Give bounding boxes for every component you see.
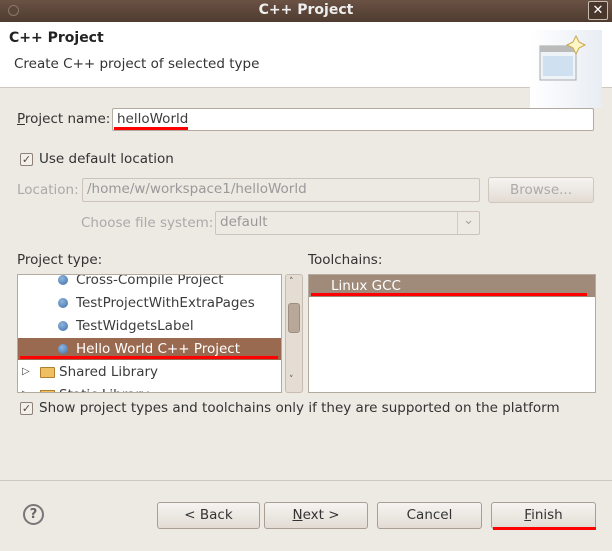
- annotation-underline: [114, 127, 188, 130]
- window-title: C++ Project: [258, 2, 354, 18]
- scroll-up-icon[interactable]: ˄: [289, 277, 294, 287]
- scrollbar-thumb[interactable]: [288, 303, 300, 333]
- wizard-header: C++ Project Create C++ project of select…: [0, 22, 612, 108]
- browse-button[interactable]: Browse...: [488, 177, 594, 203]
- file-system-value: default: [220, 214, 268, 230]
- list-item[interactable]: Cross-Compile Project: [18, 275, 281, 291]
- cancel-button[interactable]: Cancel: [377, 502, 482, 529]
- list-item[interactable]: TestWidgetsLabel: [18, 315, 281, 337]
- title-bar: C++ Project: [0, 0, 612, 22]
- project-type-list[interactable]: Cross-Compile Project TestProjectWithExt…: [17, 274, 282, 393]
- location-input[interactable]: /home/w/workspace1/helloWorld: [82, 178, 480, 202]
- window-menu-icon[interactable]: [8, 5, 19, 16]
- file-system-select[interactable]: default ⌄: [215, 211, 480, 235]
- back-button[interactable]: < Back: [157, 502, 260, 529]
- help-icon[interactable]: ?: [23, 504, 44, 525]
- page-subtitle: Create C++ project of selected type: [14, 56, 260, 72]
- divider: [0, 480, 612, 481]
- show-supported-checkbox[interactable]: ✓: [20, 402, 33, 415]
- list-item[interactable]: ▷Static Library: [18, 384, 281, 392]
- close-icon[interactable]: ✕: [588, 1, 608, 20]
- project-type-label: Project type:: [17, 252, 103, 268]
- finish-button[interactable]: Finish: [491, 502, 596, 529]
- annotation-underline: [20, 356, 278, 359]
- bullet-icon: [58, 321, 68, 331]
- toolchains-label: Toolchains:: [308, 252, 383, 268]
- bullet-icon: [58, 298, 68, 308]
- annotation-underline: [493, 527, 596, 530]
- expand-arrow-icon[interactable]: ▷: [22, 384, 30, 392]
- bullet-icon: [58, 275, 68, 285]
- page-title: C++ Project: [9, 30, 104, 46]
- list-item[interactable]: ▷ Shared Library: [18, 361, 281, 383]
- next-button[interactable]: Next >: [264, 502, 368, 529]
- chevron-down-icon: ⌄: [457, 212, 479, 234]
- folder-icon: [40, 367, 55, 378]
- expand-arrow-icon[interactable]: ▷: [22, 361, 30, 383]
- folder-icon: [40, 390, 55, 392]
- location-label: Location:: [17, 182, 79, 198]
- project-type-scrollbar[interactable]: ˄ ˅: [285, 274, 303, 393]
- file-system-label: Choose file system:: [81, 215, 214, 231]
- new-project-wizard-icon: [530, 30, 602, 108]
- list-item[interactable]: TestProjectWithExtraPages: [18, 292, 281, 314]
- bullet-icon: [58, 344, 68, 354]
- show-supported-label: Show project types and toolchains only i…: [39, 400, 560, 416]
- use-default-location-label: Use default location: [39, 151, 174, 167]
- annotation-underline: [311, 293, 587, 296]
- use-default-location-checkbox[interactable]: ✓: [20, 153, 33, 166]
- scroll-down-icon[interactable]: ˅: [289, 375, 294, 385]
- project-name-label: Project name:: [17, 111, 111, 127]
- toolchains-list[interactable]: Linux GCC: [308, 274, 596, 393]
